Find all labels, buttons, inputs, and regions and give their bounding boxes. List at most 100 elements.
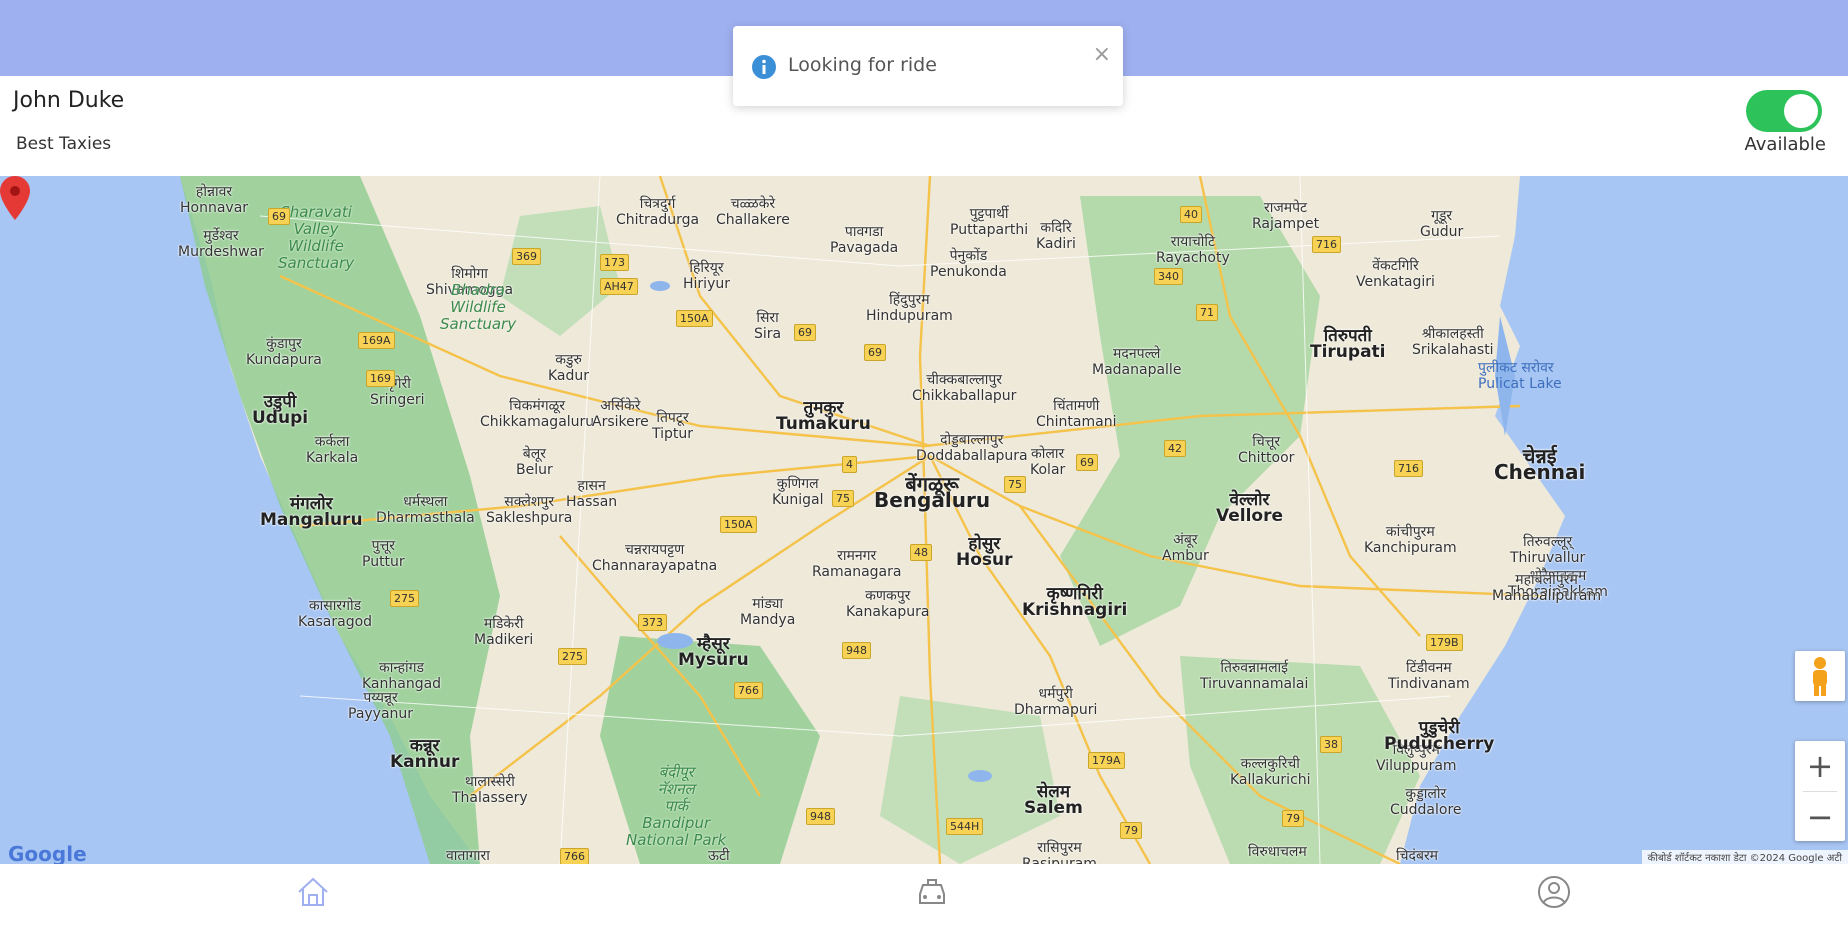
city-label: गूडूर Gudur [1420, 208, 1464, 240]
city-label: विरुधाचलम [1248, 844, 1307, 860]
city-label: मुर्डेश्वर Murdeshwar [178, 228, 264, 260]
city-label: दोड्डबाल्लापुर Doddaballapura [916, 432, 1028, 464]
city-label: सिरा Sira [754, 310, 782, 342]
map-attribution[interactable]: कीबोर्ड शॉर्टकट नकाशा डेटा ©2024 Google … [1641, 850, 1848, 864]
zoom-control: + − [1795, 741, 1845, 841]
city-label: चित्तूर Chittoor [1238, 434, 1295, 466]
city-label: धर्मस्थला Dharmasthala [376, 494, 475, 526]
street-view-pegman-icon[interactable] [1795, 651, 1845, 701]
highway-shield: 275 [558, 648, 587, 665]
city-label: अंबूर Ambur [1162, 532, 1209, 564]
highway-shield: 373 [638, 614, 667, 631]
city-label: हिंदुपुरम Hindupuram [866, 292, 953, 324]
city-label: होन्नावर Honnavar [180, 184, 249, 216]
city-label: तिपटूर Tiptur [652, 410, 694, 442]
city-label: हासन Hassan [566, 478, 618, 510]
highway-shield: 4 [842, 456, 857, 473]
city-label: रासिपुरम Rasipuram [1022, 840, 1097, 864]
city-label: होसुर Hosur [956, 534, 1013, 570]
map-view[interactable]: होन्नावर Honnavar मुर्डेश्वर Murdeshwar चि… [0, 176, 1848, 864]
highway-shield: 169 [366, 370, 395, 387]
highway-shield: 179B [1426, 634, 1463, 651]
park-label: बंदीपूर नॅशनल पार्क Bandipur National Park [626, 763, 727, 849]
city-label: पुत्तूर Puttur [362, 538, 405, 570]
city-label: बेलूर Belur [516, 446, 553, 478]
highway-shield: 69 [864, 344, 886, 361]
highway-shield: 544H [946, 818, 984, 835]
home-icon[interactable] [293, 872, 333, 912]
city-label: कडुरु Kadur [548, 352, 590, 384]
highway-shield: 69 [794, 324, 816, 341]
highway-shield: 766 [560, 848, 589, 864]
highway-shield: 48 [910, 544, 932, 561]
highway-shield: 716 [1312, 236, 1341, 253]
city-label: चिंतामणी Chintamani [1036, 398, 1117, 430]
city-label: कुंडापुर Kundapura [246, 336, 322, 368]
city-label: पुट्टपार्थी Puttaparthi [950, 206, 1029, 238]
availability-label: Available [1744, 134, 1826, 155]
highway-shield: 69 [1076, 454, 1098, 471]
city-label: थालास्सेरी Thalassery [452, 774, 528, 806]
highway-shield: 150A [676, 310, 713, 327]
city-label: कल्लकुरिची Kallakurichi [1230, 756, 1311, 788]
city-label: पुडुचेरी Puducherry [1384, 718, 1495, 754]
park-label: Bhadra Wildlife Sanctuary [440, 281, 517, 333]
city-label: अर्सिकेरे Arsikere [592, 398, 649, 430]
city-label: वेंकटगिरि Venkatagiri [1356, 258, 1435, 290]
city-label: रामनगर Ramanagara [812, 548, 902, 580]
city-label: महाबलीपुरम Mahabalipuram [1492, 572, 1602, 604]
city-label: पावगडा Pavagada [830, 224, 899, 256]
highway-shield: 79 [1282, 810, 1304, 827]
toast-notification: Looking for ride × [733, 26, 1123, 106]
location-pin-icon[interactable] [0, 176, 30, 220]
city-label: बेंगळूरू Bengaluru [874, 472, 991, 512]
city-label: मदनपल्ले Madanapalle [1092, 346, 1182, 378]
highway-shield: 79 [1120, 822, 1142, 839]
city-label: मांड्या Mandya [740, 596, 796, 628]
city-label: चीक्कबाल्लापुर Chikkaballapur [912, 372, 1017, 404]
city-label: राजमपेट Rajampet [1252, 200, 1320, 232]
city-label: मडिकेरी Madikeri [474, 616, 534, 648]
car-icon[interactable] [912, 872, 952, 912]
highway-shield: 716 [1394, 460, 1423, 477]
city-label: कन्नूर Kannur [390, 736, 460, 772]
toggle-knob [1784, 94, 1818, 128]
city-label: कृष्णगिरी Krishnagiri [1022, 584, 1128, 620]
google-logo: Google [8, 842, 87, 864]
city-label: तुमकुर Tumakuru [776, 398, 871, 434]
city-label: पेनुकोंड Penukonda [930, 248, 1007, 280]
city-label: हिरियूर Hiriyur [683, 260, 730, 292]
zoom-in-button[interactable]: + [1795, 741, 1845, 791]
city-label: वेल्लोर Vellore [1216, 490, 1284, 526]
city-label: कोलार Kolar [1030, 446, 1066, 478]
city-label: चिकमंगळूर Chikkamagaluru [480, 398, 595, 430]
city-label: सेलम Salem [1024, 782, 1083, 818]
google-logo-text: Google [8, 842, 87, 864]
availability-toggle[interactable] [1746, 90, 1822, 132]
city-label: कासारगोड Kasaragod [298, 598, 373, 630]
driver-name: John Duke [13, 88, 125, 113]
zoom-out-button[interactable]: − [1795, 792, 1845, 842]
highway-shield: 75 [1004, 476, 1026, 493]
city-label: सक्लेशपुर Sakleshpura [486, 494, 573, 526]
highway-shield: 69 [268, 208, 290, 225]
city-label: मंगलोर Mangaluru [260, 494, 363, 530]
profile-icon[interactable] [1534, 872, 1574, 912]
city-label: कुड्डालोर Cuddalore [1390, 786, 1462, 818]
highway-shield: 766 [734, 682, 763, 699]
highway-shield: 71 [1196, 304, 1218, 321]
city-label: टिंडीवनम Tindivanam [1388, 660, 1470, 692]
city-label: म्हैसूर Mysuru [678, 634, 749, 670]
city-label: श्रीकालहस्ती Srikalahasti [1412, 326, 1494, 358]
highway-shield: AH47 [600, 278, 638, 295]
lake-label: पुलीकट सरोवर Pulicat Lake [1478, 360, 1562, 392]
highway-shield: 275 [390, 590, 419, 607]
highway-shield: 42 [1164, 440, 1186, 457]
close-icon[interactable]: × [1093, 42, 1111, 67]
city-label: ऊटी [708, 848, 730, 864]
highway-shield: 40 [1180, 206, 1202, 223]
highway-shield: 369 [512, 248, 541, 265]
highway-shield: 173 [600, 254, 629, 271]
highway-shield: 948 [806, 808, 835, 825]
highway-shield: 150A [720, 516, 757, 533]
